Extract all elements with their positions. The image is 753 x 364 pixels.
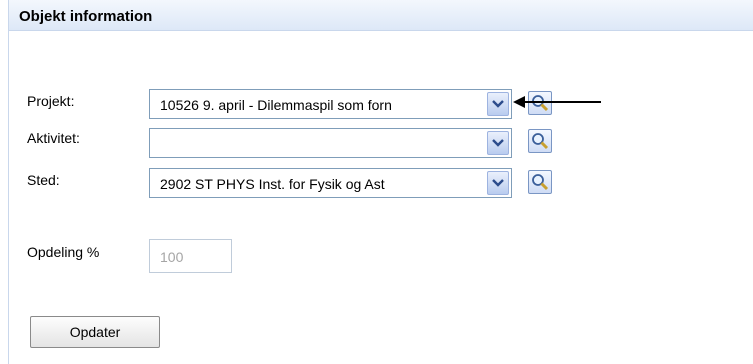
magnifier-icon (532, 133, 549, 150)
arrow-left-icon (513, 96, 601, 108)
aktivitet-select[interactable] (149, 128, 512, 158)
projekt-value: 10526 9. april - Dilemmaspil som forn (160, 97, 392, 113)
chevron-down-icon[interactable] (487, 131, 509, 155)
sted-search-button[interactable] (528, 170, 552, 194)
projekt-select[interactable]: 10526 9. april - Dilemmaspil som forn (149, 89, 512, 119)
projekt-label: Projekt: (27, 93, 75, 109)
opdeling-value: 100 (160, 249, 184, 265)
aktivitet-label: Aktivitet: (27, 130, 80, 146)
update-button[interactable]: Opdater (30, 316, 160, 348)
opdeling-input[interactable]: 100 (149, 239, 232, 273)
object-info-panel: Objekt information Projekt: 10526 9. apr… (8, 0, 753, 364)
aktivitet-search-button[interactable] (528, 129, 552, 153)
panel-title: Objekt information (19, 8, 153, 25)
opdeling-label: Opdeling % (27, 244, 100, 260)
panel-header: Objekt information (9, 0, 753, 31)
sted-label: Sted: (27, 172, 60, 188)
sted-value: 2902 ST PHYS Inst. for Fysik og Ast (160, 176, 385, 192)
chevron-down-icon[interactable] (487, 92, 509, 116)
chevron-down-icon[interactable] (487, 171, 509, 195)
sted-select[interactable]: 2902 ST PHYS Inst. for Fysik og Ast (149, 168, 512, 198)
magnifier-icon (532, 174, 549, 191)
